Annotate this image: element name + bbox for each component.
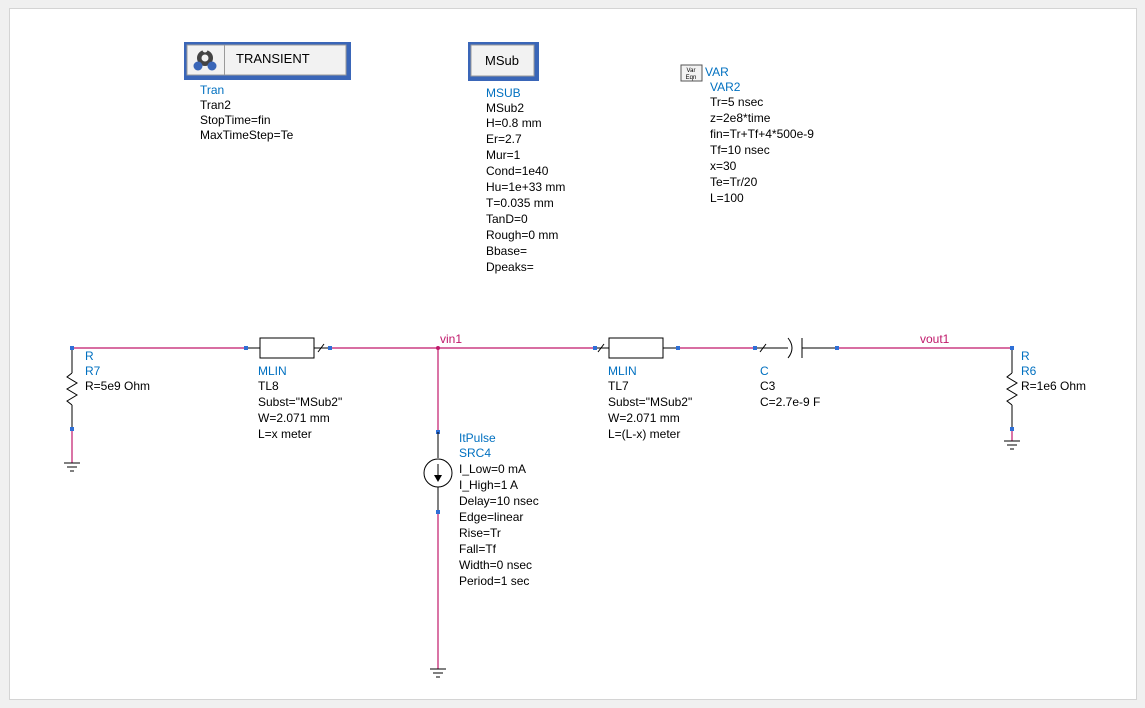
r7-instance-name: R7	[85, 364, 101, 378]
var-param: Tf=10 nsec	[710, 143, 770, 157]
msub-button-label: MSub	[485, 53, 519, 68]
src4-param: Width=0 nsec	[459, 558, 532, 572]
svg-text:Var: Var	[687, 68, 696, 74]
tl8-instance-name: TL8	[258, 379, 279, 393]
var-param: fin=Tr+Tf+4*500e-9	[710, 127, 814, 141]
src4-param: Period=1 sec	[459, 574, 529, 588]
ground-symbol	[1004, 440, 1020, 450]
msub-param: Er=2.7	[486, 132, 522, 146]
tl7-instance-name: TL7	[608, 379, 629, 393]
r7-param: R=5e9 Ohm	[85, 379, 150, 393]
tl8-type-label: MLIN	[258, 364, 287, 378]
msub-component[interactable]: MSub	[468, 42, 539, 81]
ground-symbol	[64, 462, 80, 472]
svg-text:Eqn: Eqn	[686, 75, 697, 81]
schematic-canvas[interactable]: TRANSIENT Tran Tran2 StopTime=fin MaxTim…	[9, 8, 1137, 700]
src4-instance-name: SRC4	[459, 446, 491, 460]
msub-param: Mur=1	[486, 148, 521, 162]
transient-controller[interactable]: TRANSIENT	[184, 42, 351, 80]
r7-type-label: R	[85, 349, 94, 363]
msub-type-label: MSUB	[486, 86, 521, 100]
src4-param: I_Low=0 mA	[459, 462, 526, 476]
var-instance-name: VAR2	[710, 80, 741, 94]
resistor-r6[interactable]	[1006, 346, 1018, 441]
tl7-param: W=2.071 mm	[608, 411, 680, 425]
msub-param: Hu=1e+33 mm	[486, 180, 565, 194]
r6-param: R=1e6 Ohm	[1021, 379, 1086, 393]
tl7-param: L=(L-x) meter	[608, 427, 680, 441]
msub-param: Bbase=	[486, 244, 527, 258]
node-label-vout: vout1	[920, 332, 950, 346]
c3-instance-name: C3	[760, 379, 776, 393]
var-param: x=30	[710, 159, 737, 173]
msub-param: TanD=0	[486, 212, 528, 226]
tl8-param: Subst="MSub2"	[258, 395, 342, 409]
tran-instance-name: Tran2	[200, 98, 231, 112]
tran-type-label: Tran	[200, 83, 224, 97]
src4-type-label: ItPulse	[459, 431, 496, 445]
msub-instance-name: MSub2	[486, 101, 524, 115]
mlin-tl7[interactable]	[593, 337, 680, 359]
src4-param: Delay=10 nsec	[459, 494, 539, 508]
current-source-src4[interactable]	[423, 430, 453, 514]
mlin-tl8[interactable]	[244, 337, 332, 359]
c3-param: C=2.7e-9 F	[760, 395, 820, 409]
c3-type-label: C	[760, 364, 769, 378]
msub-param: Rough=0 mm	[486, 228, 558, 242]
wires	[72, 347, 1012, 669]
msub-param: H=0.8 mm	[486, 116, 542, 130]
capacitor-c3[interactable]	[753, 337, 839, 359]
schematic-svg: TRANSIENT Tran Tran2 StopTime=fin MaxTim…	[64, 42, 1086, 678]
var-param: z=2e8*time	[710, 111, 771, 125]
src4-param: Edge=linear	[459, 510, 523, 524]
src4-param: I_High=1 A	[459, 478, 518, 492]
var-type-label: VAR	[705, 65, 729, 79]
msub-param: Dpeaks=	[486, 260, 534, 274]
src4-param: Fall=Tf	[459, 542, 497, 556]
tl8-param: L=x meter	[258, 427, 312, 441]
ground-symbol	[430, 668, 446, 678]
src4-param: Rise=Tr	[459, 526, 501, 540]
junction-dot	[436, 346, 440, 350]
transient-button-label: TRANSIENT	[236, 51, 310, 66]
r6-type-label: R	[1021, 349, 1030, 363]
msub-param: Cond=1e40	[486, 164, 549, 178]
msub-param: T=0.035 mm	[486, 196, 554, 210]
tran-param: MaxTimeStep=Te	[200, 128, 294, 142]
var-param: Te=Tr/20	[710, 175, 758, 189]
tl8-param: W=2.071 mm	[258, 411, 330, 425]
resistor-r7[interactable]	[66, 346, 78, 463]
var-param: L=100	[710, 191, 744, 205]
tran-param: StopTime=fin	[200, 113, 271, 127]
tl7-param: Subst="MSub2"	[608, 395, 692, 409]
var-param: Tr=5 nsec	[710, 95, 763, 109]
r6-instance-name: R6	[1021, 364, 1037, 378]
node-label-vin: vin1	[440, 332, 462, 346]
var-eqn-icon[interactable]: Var Eqn	[680, 64, 703, 82]
tl7-type-label: MLIN	[608, 364, 637, 378]
